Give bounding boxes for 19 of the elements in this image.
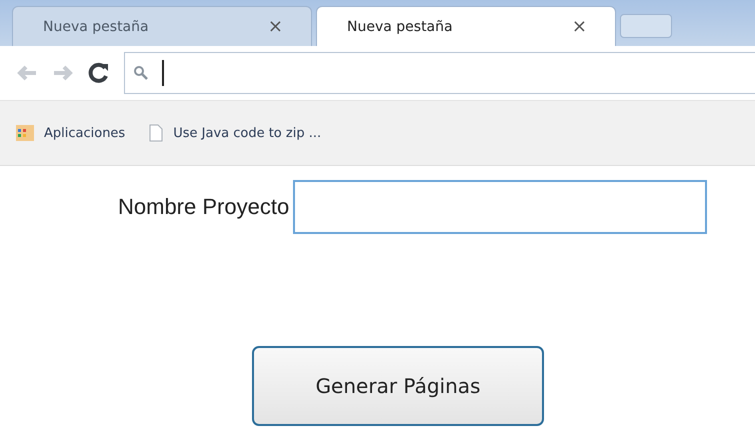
forward-icon[interactable] [52, 64, 74, 82]
generate-button[interactable]: Generar Páginas [252, 346, 544, 426]
browser-tab[interactable]: Nueva pestaña × [12, 6, 312, 46]
back-icon[interactable] [16, 64, 38, 82]
project-name-field[interactable] [293, 180, 708, 234]
bookmark[interactable]: Use Java code to zip ... [149, 124, 322, 142]
field-label: Nombre Proyecto [118, 194, 290, 220]
reload-icon[interactable] [88, 62, 110, 84]
apps-grid-icon [16, 125, 34, 141]
browser-tab[interactable]: Nueva pestaña × [316, 6, 616, 46]
tab-title: Nueva pestaña [43, 18, 149, 34]
close-tab-button[interactable]: × [268, 16, 283, 37]
tab-title: Nueva pestaña [347, 18, 453, 34]
search-icon [133, 65, 149, 81]
bookmark[interactable]: Aplicaciones [16, 125, 126, 141]
address-bar[interactable] [124, 52, 755, 94]
page-icon [149, 124, 164, 142]
close-tab-button[interactable]: × [572, 16, 587, 37]
new-tab-button[interactable] [620, 14, 672, 38]
